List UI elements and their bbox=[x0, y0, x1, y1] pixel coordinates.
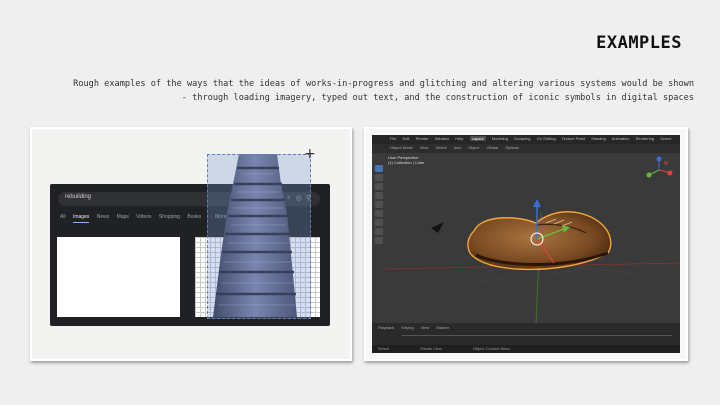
menu-view[interactable]: View bbox=[420, 145, 429, 150]
tab-rendering[interactable]: Rendering bbox=[636, 136, 654, 141]
scene-selector[interactable]: Scene bbox=[660, 136, 671, 141]
tool-shelf bbox=[375, 165, 385, 265]
tab-sculpting[interactable]: Sculpting bbox=[514, 136, 530, 141]
menu-add[interactable]: Add bbox=[454, 145, 461, 150]
navigation-gizmo[interactable] bbox=[644, 155, 674, 185]
measure-tool-icon[interactable] bbox=[375, 228, 383, 235]
google-screenshot-card: rebuilding ⚬◎⚲ All Images News Maps Vide… bbox=[30, 127, 352, 361]
add-cube-tool-icon[interactable] bbox=[375, 237, 383, 244]
status-bar: Select Rotate View Object Context Menu bbox=[372, 345, 680, 353]
tab-animation[interactable]: Animation bbox=[612, 136, 630, 141]
tab-maps[interactable]: Maps bbox=[117, 214, 129, 220]
viewport-header-menu: Object Mode View Select Add Object Globa… bbox=[390, 145, 525, 150]
tab-books[interactable]: Books bbox=[187, 214, 201, 220]
description-line-1: Rough examples of the ways that the idea… bbox=[73, 79, 694, 89]
timeline-panel: Playback Keying View Marker bbox=[372, 323, 680, 345]
tab-news[interactable]: News bbox=[97, 214, 110, 220]
menu-help[interactable]: Help bbox=[455, 136, 463, 141]
menu-object[interactable]: Object bbox=[468, 145, 480, 150]
menu-marker[interactable]: Marker bbox=[436, 325, 448, 330]
tab-texture-paint[interactable]: Texture Paint bbox=[562, 136, 585, 141]
transform-tool-icon[interactable] bbox=[375, 210, 383, 217]
tab-uv-editing[interactable]: UV Editing bbox=[537, 136, 556, 141]
menu-keying[interactable]: Keying bbox=[401, 325, 413, 330]
selection-box[interactable] bbox=[207, 154, 311, 319]
3d-viewport[interactable]: User Perspective (1) Collection | Cube bbox=[385, 153, 680, 324]
menu-edit[interactable]: Edit bbox=[403, 136, 410, 141]
menu-render[interactable]: Render bbox=[416, 136, 429, 141]
status-context-menu: Object Context Menu bbox=[472, 346, 511, 351]
tab-shopping[interactable]: Shopping bbox=[159, 214, 180, 220]
blender-topbar: File Edit Render Window Help Layout Mode… bbox=[372, 135, 680, 144]
rotate-tool-icon[interactable] bbox=[375, 192, 383, 199]
options-dropdown[interactable]: Options bbox=[505, 145, 519, 150]
timeline-ruler[interactable] bbox=[402, 335, 672, 336]
crosshair-cursor-icon: + bbox=[304, 146, 316, 162]
menu-window[interactable]: Window bbox=[435, 136, 449, 141]
slide-title: EXAMPLES bbox=[596, 33, 682, 53]
timeline-menu: Playback Keying View Marker bbox=[378, 325, 455, 330]
tab-all[interactable]: All bbox=[60, 214, 66, 220]
menu-select[interactable]: Select bbox=[436, 145, 447, 150]
viewport-header: Object Mode View Select Add Object Globa… bbox=[372, 144, 680, 153]
menu-playback[interactable]: Playback bbox=[378, 325, 394, 330]
viewport-overlay-text: User Perspective (1) Collection | Cube bbox=[388, 155, 424, 165]
status-hints: Select Rotate View Object Context Menu bbox=[378, 346, 540, 351]
blender-menu: File Edit Render Window Help Layout Mode… bbox=[390, 136, 677, 141]
view-collection-label: (1) Collection | Cube bbox=[388, 160, 425, 165]
menu-timeline-view[interactable]: View bbox=[421, 325, 430, 330]
tab-images[interactable]: Images bbox=[72, 214, 90, 223]
menu-file[interactable]: File bbox=[390, 136, 396, 141]
shoe-model bbox=[467, 211, 612, 271]
camera-icon bbox=[431, 222, 444, 233]
tab-videos[interactable]: Videos bbox=[136, 214, 151, 220]
tab-shading[interactable]: Shading bbox=[591, 136, 606, 141]
search-input[interactable]: rebuilding bbox=[65, 194, 91, 200]
blender-screenshot-card: File Edit Render Window Help Layout Mode… bbox=[364, 127, 688, 361]
loading-image-placeholder[interactable] bbox=[57, 237, 180, 317]
description-line-2: - through loading imagery, typed out tex… bbox=[181, 93, 694, 103]
tab-layout[interactable]: Layout bbox=[469, 136, 486, 141]
mode-selector[interactable]: Object Mode bbox=[390, 145, 413, 150]
select-tool-icon[interactable] bbox=[375, 165, 383, 172]
tab-modeling[interactable]: Modeling bbox=[492, 136, 508, 141]
status-rotate-view: Rotate View bbox=[420, 346, 442, 351]
annotate-tool-icon[interactable] bbox=[375, 219, 383, 226]
scale-tool-icon[interactable] bbox=[375, 201, 383, 208]
move-tool-icon[interactable] bbox=[375, 183, 383, 190]
slide-description: Rough examples of the ways that the idea… bbox=[4, 77, 694, 105]
transform-orientation[interactable]: Global bbox=[487, 145, 499, 150]
cursor-tool-icon[interactable] bbox=[375, 174, 383, 181]
blender-window: File Edit Render Window Help Layout Mode… bbox=[372, 135, 680, 353]
status-select: Select bbox=[378, 346, 390, 351]
